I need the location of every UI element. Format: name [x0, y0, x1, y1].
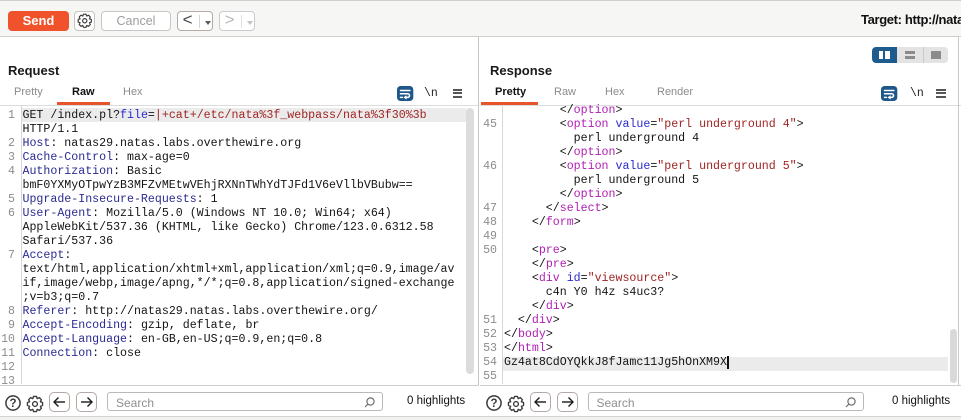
svg-text:?: ?: [490, 398, 497, 410]
svg-text:?: ?: [9, 398, 16, 410]
